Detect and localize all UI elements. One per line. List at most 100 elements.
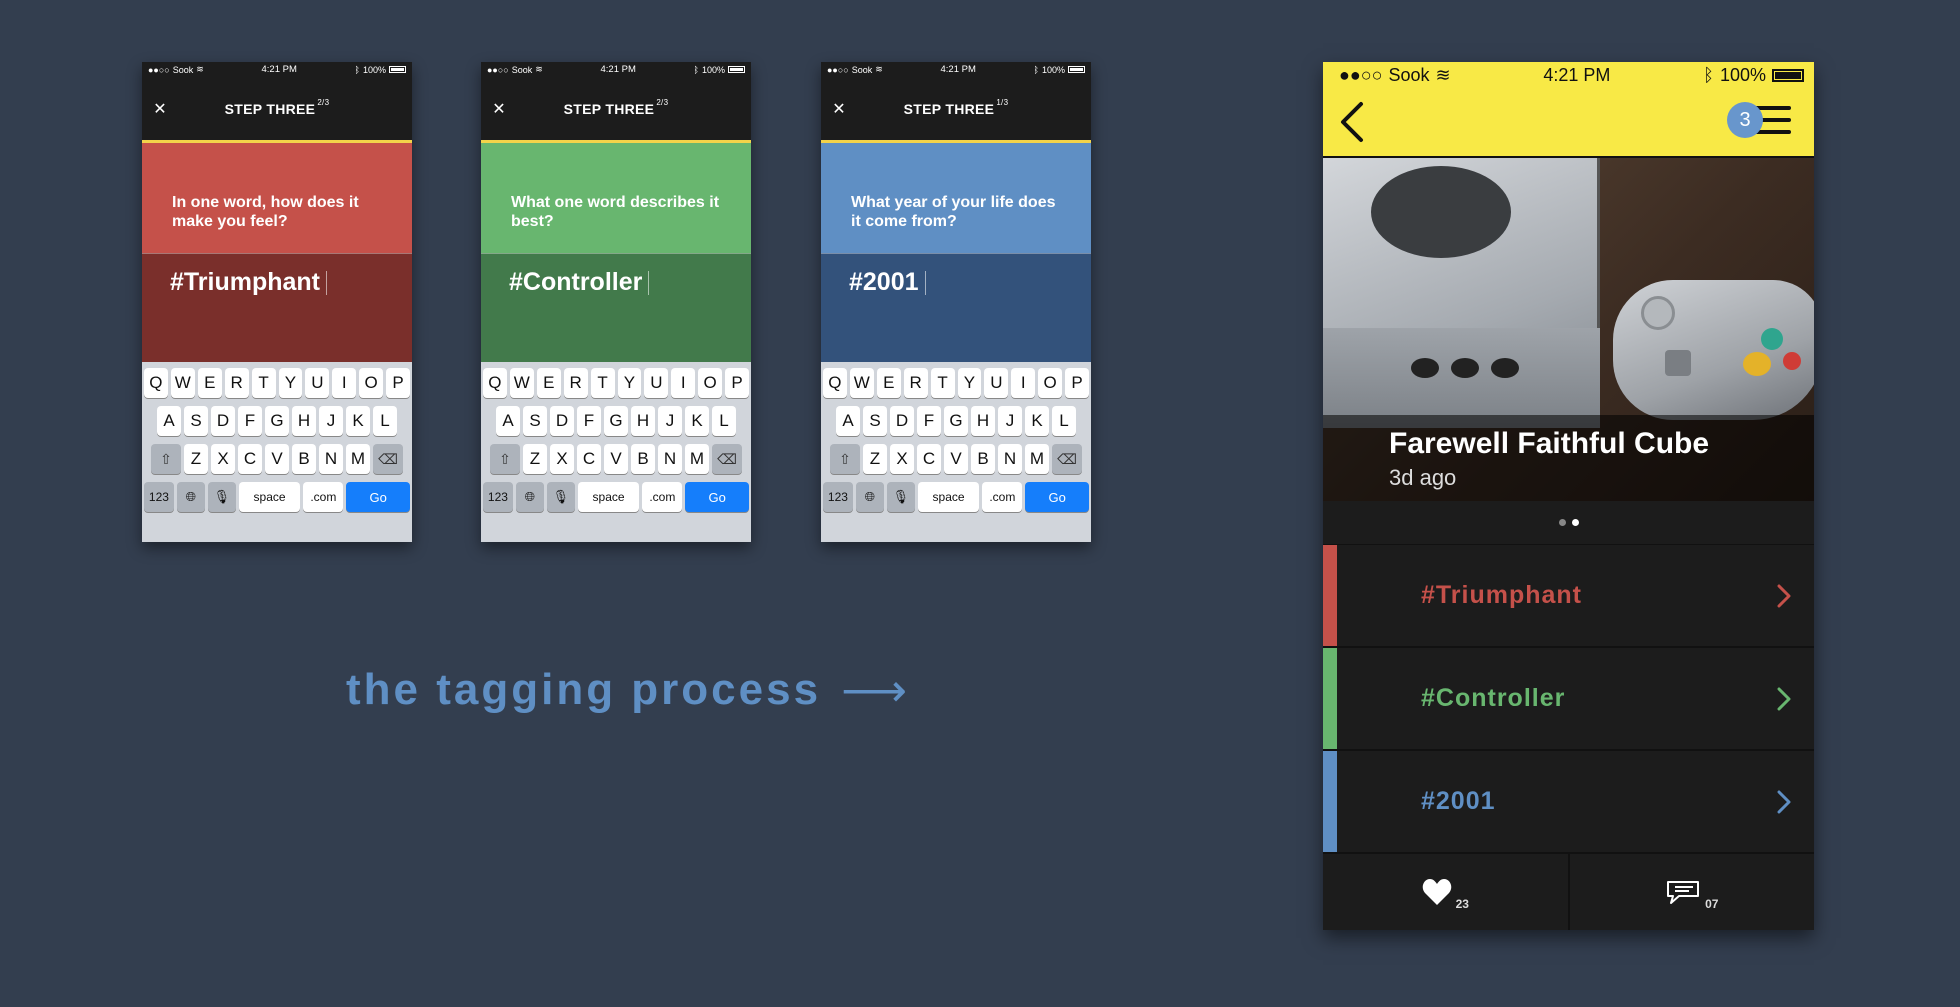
key-q[interactable]: Q (143, 368, 168, 398)
dotcom-key[interactable]: .com (303, 482, 344, 512)
key-s[interactable]: S (863, 406, 887, 436)
key-z[interactable]: Z (523, 444, 547, 474)
key-p[interactable]: P (1065, 368, 1090, 398)
key-s[interactable]: S (523, 406, 547, 436)
page-dot-active[interactable] (1571, 519, 1579, 526)
key-c[interactable]: C (238, 444, 262, 474)
key-x[interactable]: X (890, 444, 914, 474)
key-g[interactable]: G (265, 406, 289, 436)
key-j[interactable]: J (658, 406, 682, 436)
key-p[interactable]: P (725, 368, 750, 398)
key-w[interactable]: W (170, 368, 195, 398)
key-k[interactable]: K (685, 406, 709, 436)
go-key[interactable]: Go (1025, 482, 1089, 512)
key-i[interactable]: I (332, 368, 357, 398)
key-z[interactable]: Z (863, 444, 887, 474)
key-f[interactable]: F (917, 406, 941, 436)
key-y[interactable]: Y (278, 368, 303, 398)
key-l[interactable]: L (1052, 406, 1076, 436)
key-m[interactable]: M (685, 444, 709, 474)
key-g[interactable]: G (944, 406, 968, 436)
key-d[interactable]: D (211, 406, 235, 436)
close-icon[interactable]: ✕ (487, 97, 511, 121)
backspace-icon[interactable]: ⌫ (373, 444, 403, 474)
shift-icon[interactable]: ⇧ (151, 444, 181, 474)
key-t[interactable]: T (251, 368, 276, 398)
key-i[interactable]: I (671, 368, 696, 398)
space-key[interactable]: space (917, 482, 980, 512)
key-o[interactable]: O (698, 368, 723, 398)
key-v[interactable]: V (265, 444, 289, 474)
key-g[interactable]: G (604, 406, 628, 436)
key-j[interactable]: J (319, 406, 343, 436)
close-icon[interactable]: ✕ (148, 97, 172, 121)
key-c[interactable]: C (577, 444, 601, 474)
key-b[interactable]: B (971, 444, 995, 474)
key-d[interactable]: D (890, 406, 914, 436)
key-f[interactable]: F (577, 406, 601, 436)
key-u[interactable]: U (305, 368, 330, 398)
key-n[interactable]: N (319, 444, 343, 474)
key-d[interactable]: D (550, 406, 574, 436)
key-u[interactable]: U (984, 368, 1009, 398)
key-h[interactable]: H (292, 406, 316, 436)
numbers-key[interactable]: 123 (823, 482, 853, 512)
key-k[interactable]: K (1025, 406, 1049, 436)
key-r[interactable]: R (903, 368, 928, 398)
go-key[interactable]: Go (346, 482, 410, 512)
key-i[interactable]: I (1011, 368, 1036, 398)
key-n[interactable]: N (998, 444, 1022, 474)
key-y[interactable]: Y (617, 368, 642, 398)
key-j[interactable]: J (998, 406, 1022, 436)
close-icon[interactable]: ✕ (827, 97, 851, 121)
key-e[interactable]: E (536, 368, 561, 398)
answer-field[interactable]: #Controller (481, 253, 751, 362)
key-b[interactable]: B (292, 444, 316, 474)
backspace-icon[interactable]: ⌫ (1052, 444, 1082, 474)
key-f[interactable]: F (238, 406, 262, 436)
key-p[interactable]: P (386, 368, 411, 398)
notification-badge[interactable]: 3 (1727, 102, 1763, 138)
key-e[interactable]: E (197, 368, 222, 398)
key-q[interactable]: Q (822, 368, 847, 398)
key-w[interactable]: W (849, 368, 874, 398)
key-x[interactable]: X (211, 444, 235, 474)
key-h[interactable]: H (631, 406, 655, 436)
key-v[interactable]: V (944, 444, 968, 474)
go-key[interactable]: Go (685, 482, 749, 512)
key-t[interactable]: T (930, 368, 955, 398)
dotcom-key[interactable]: .com (982, 482, 1023, 512)
key-k[interactable]: K (346, 406, 370, 436)
key-n[interactable]: N (658, 444, 682, 474)
key-a[interactable]: A (157, 406, 181, 436)
key-a[interactable]: A (496, 406, 520, 436)
like-button[interactable]: 23 (1323, 854, 1568, 930)
key-w[interactable]: W (509, 368, 534, 398)
key-l[interactable]: L (712, 406, 736, 436)
microphone-icon[interactable]: 🎙︎ (886, 482, 915, 512)
answer-field[interactable]: #Triumphant (142, 253, 412, 362)
key-t[interactable]: T (590, 368, 615, 398)
comment-button[interactable]: 07 (1567, 854, 1815, 930)
key-q[interactable]: Q (482, 368, 507, 398)
space-key[interactable]: space (238, 482, 301, 512)
key-o[interactable]: O (1038, 368, 1063, 398)
shift-icon[interactable]: ⇧ (490, 444, 520, 474)
key-m[interactable]: M (1025, 444, 1049, 474)
key-a[interactable]: A (836, 406, 860, 436)
numbers-key[interactable]: 123 (483, 482, 513, 512)
globe-icon[interactable]: 🌐︎ (515, 482, 544, 512)
tag-row-2001[interactable]: #2001 (1323, 751, 1814, 854)
tag-row-triumphant[interactable]: #Triumphant (1323, 545, 1814, 648)
globe-icon[interactable]: 🌐︎ (176, 482, 205, 512)
key-y[interactable]: Y (957, 368, 982, 398)
back-chevron-icon[interactable] (1337, 100, 1369, 144)
post-photo[interactable]: Farewell Faithful Cube 3d ago (1323, 156, 1814, 501)
key-u[interactable]: U (644, 368, 669, 398)
page-indicator[interactable] (1323, 501, 1814, 545)
key-e[interactable]: E (876, 368, 901, 398)
key-c[interactable]: C (917, 444, 941, 474)
microphone-icon[interactable]: 🎙︎ (207, 482, 236, 512)
page-dot[interactable] (1558, 519, 1566, 526)
microphone-icon[interactable]: 🎙︎ (546, 482, 575, 512)
